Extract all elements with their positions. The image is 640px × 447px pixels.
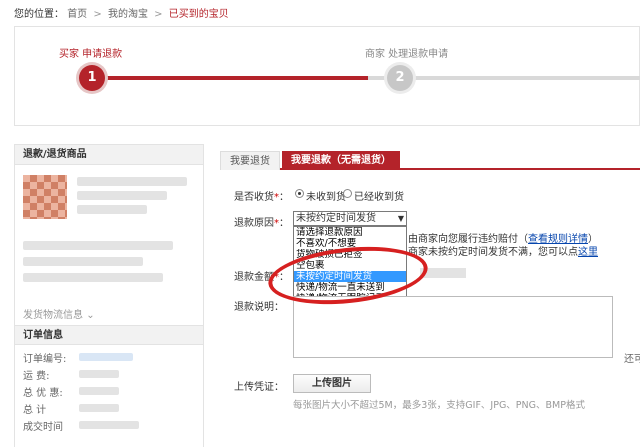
product-spec-blurred bbox=[77, 205, 147, 214]
order-heading: 订单信息 bbox=[15, 325, 203, 345]
refund-tabs: 我要退货 我要退款（无需退货） bbox=[220, 150, 640, 170]
order-value-blurred bbox=[79, 353, 133, 361]
order-value-blurred bbox=[79, 404, 119, 412]
dropdown-arrow-icon: ▼ bbox=[397, 214, 404, 223]
breadcrumb: 您的位置： 首页 > 我的淘宝 > 已买到的宝贝 bbox=[14, 5, 229, 20]
breadcrumb-separator: > bbox=[154, 9, 163, 20]
product-thumbnail[interactable] bbox=[23, 175, 67, 219]
upload-hint: 每张图片大小不超过5M，最多3张，支持GIF、JPG、PNG、BMP格式 bbox=[293, 400, 585, 411]
tab-return-goods[interactable]: 我要退货 bbox=[220, 151, 280, 170]
description-textarea[interactable] bbox=[293, 296, 613, 358]
step-2-circle: 2 bbox=[387, 65, 413, 91]
received-label: 是否收货*： bbox=[234, 192, 289, 203]
product-info-blurred bbox=[23, 273, 163, 282]
breadcrumb-separator: > bbox=[93, 9, 102, 20]
chevron-down-icon: ⌄ bbox=[86, 310, 95, 321]
order-field-label: 总 优 惠: bbox=[23, 388, 63, 399]
order-field-label: 订单编号: bbox=[23, 354, 67, 365]
reason-select[interactable]: 未按约定时间发货 ▼ bbox=[293, 211, 407, 226]
product-title-blurred bbox=[77, 177, 187, 186]
order-value-blurred bbox=[79, 387, 119, 395]
refund-progress: 买家 申请退款 商家 处理退款申请 1 2 bbox=[14, 26, 640, 126]
upload-image-button[interactable]: 上传图片 bbox=[293, 374, 371, 393]
product-info-blurred bbox=[23, 257, 143, 266]
order-sidebar: 退款/退货商品 发货物流信息 ⌄ 订单信息 订单编号: 运 费: 总 优 惠: … bbox=[14, 144, 204, 447]
radio-not-received-label[interactable]: 未收到货 bbox=[306, 188, 346, 203]
order-value-blurred bbox=[79, 421, 139, 429]
product-heading: 退款/退货商品 bbox=[15, 145, 203, 165]
click-here-link[interactable]: 这里 bbox=[578, 247, 598, 258]
reason-select-value: 未按约定时间发货 bbox=[296, 213, 376, 224]
radio-received[interactable] bbox=[343, 189, 352, 198]
char-limit-text: 还可 bbox=[624, 354, 640, 365]
reason-note-2: 商家未按约定时间发货不满，您可以点这里 bbox=[408, 247, 598, 258]
progress-fill bbox=[95, 76, 368, 80]
step-2-label: 商家 处理退款申请 bbox=[365, 49, 449, 60]
order-field-label: 总 计 bbox=[23, 405, 47, 416]
breadcrumb-prefix: 您的位置： bbox=[14, 9, 64, 20]
radio-received-label[interactable]: 已经收到货 bbox=[354, 188, 404, 203]
breadcrumb-home[interactable]: 首页 bbox=[67, 9, 87, 20]
breadcrumb-current[interactable]: 已买到的宝贝 bbox=[169, 9, 229, 20]
tab-refund-only[interactable]: 我要退款（无需退货） bbox=[282, 151, 400, 170]
order-field-label: 成交时间 bbox=[23, 422, 63, 433]
product-info-blurred bbox=[23, 241, 173, 250]
order-value-blurred bbox=[79, 370, 119, 378]
product-title-blurred bbox=[77, 191, 167, 200]
step-1-circle: 1 bbox=[79, 65, 105, 91]
step-1-label: 买家 申请退款 bbox=[59, 49, 123, 60]
order-field-label: 运 费: bbox=[23, 371, 50, 382]
radio-not-received[interactable] bbox=[295, 189, 304, 198]
reason-label: 退款原因*： bbox=[234, 218, 289, 229]
upload-label: 上传凭证： bbox=[234, 382, 284, 393]
progress-track bbox=[95, 76, 640, 80]
breadcrumb-my-taobao[interactable]: 我的淘宝 bbox=[108, 9, 148, 20]
order-fields: 订单编号: 运 费: 总 优 惠: 总 计 成交时间 bbox=[23, 351, 66, 436]
description-label: 退款说明： bbox=[234, 302, 284, 313]
logistics-link[interactable]: 发货物流信息 ⌄ bbox=[23, 306, 95, 321]
reason-option[interactable]: 请选择退款原因 bbox=[294, 227, 406, 238]
